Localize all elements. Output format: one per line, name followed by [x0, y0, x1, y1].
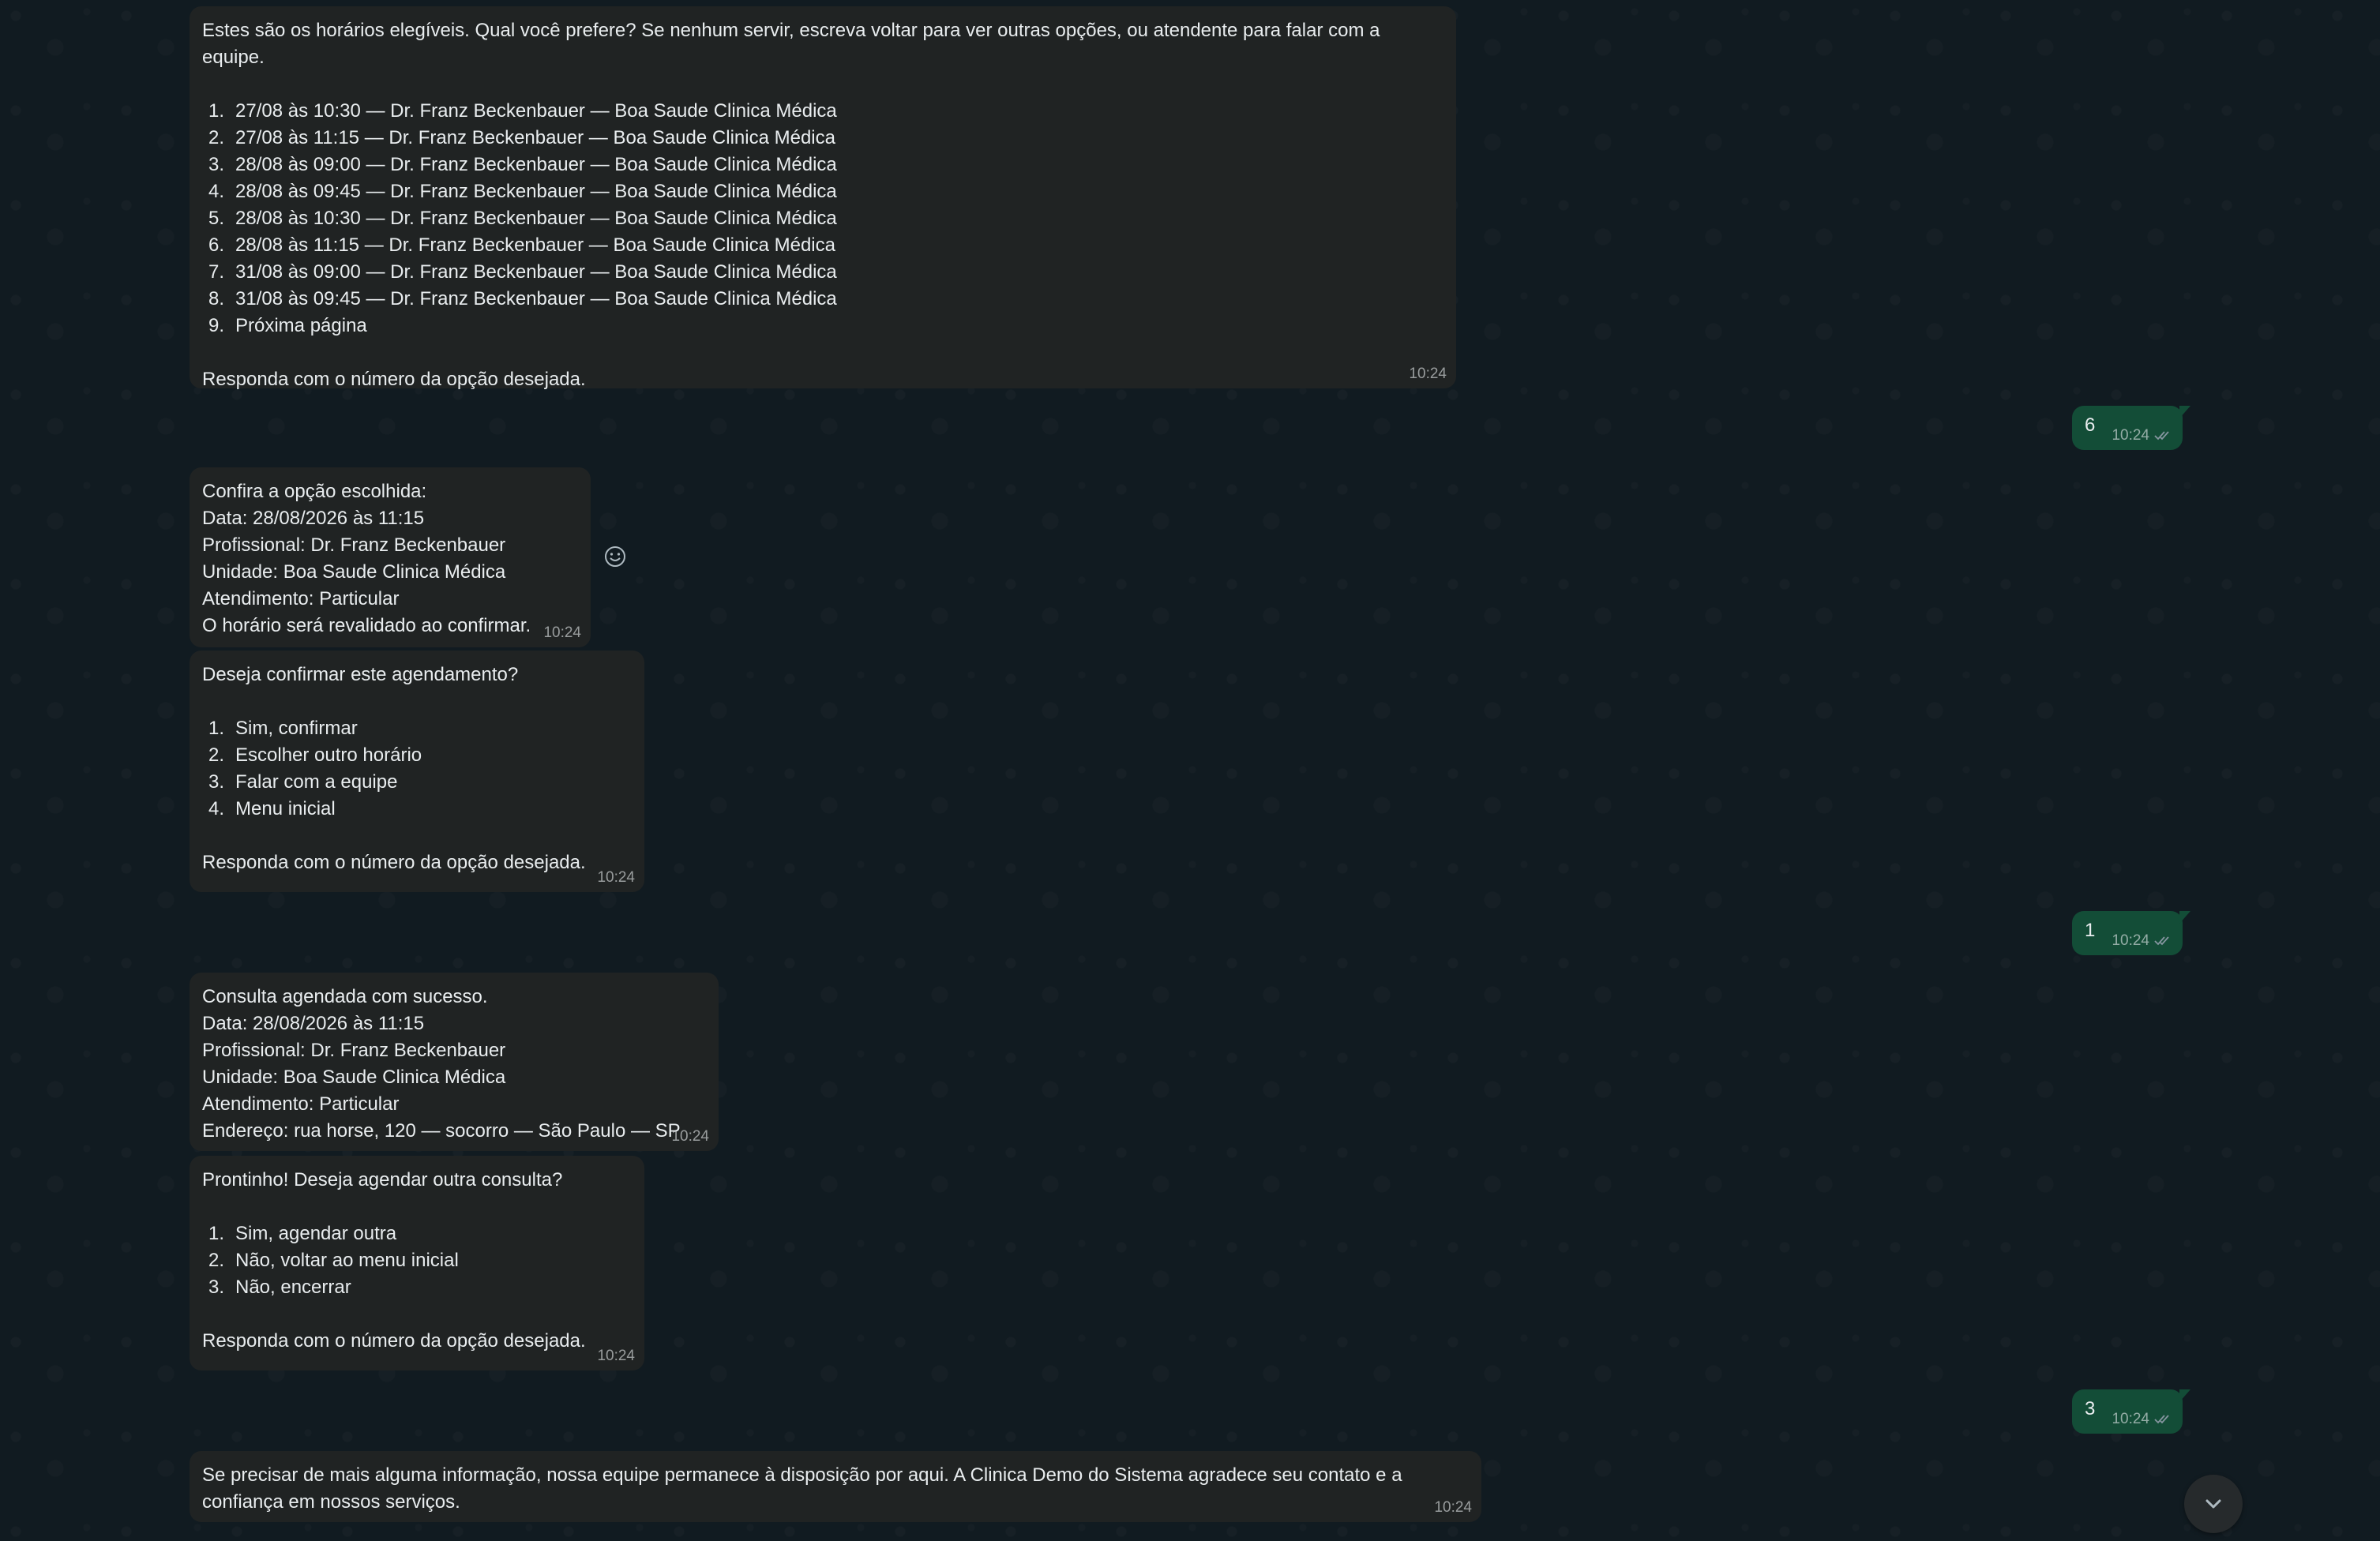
incoming-message-slots[interactable]: Estes são os horários elegíveis. Qual vo…	[190, 6, 1456, 390]
list-item: 2. 27/08 às 11:15 — Dr. Franz Beckenbauer…	[208, 127, 835, 148]
options-list: 1. 27/08 às 10:30 — Dr. Franz Beckenbauer…	[202, 98, 1443, 339]
message-time: 10:24	[597, 1348, 635, 1364]
bubble-tail	[2179, 911, 2190, 924]
message-text: Responda com o número da opção desejada.	[202, 369, 586, 390]
double-check-icon	[2154, 431, 2169, 441]
message-text: Se precisar de mais alguma informação, n…	[202, 1464, 1402, 1486]
incoming-message-next-action-menu[interactable]: Prontinho! Deseja agendar outra consulta…	[190, 1156, 644, 1370]
list-item: 1. Sim, agendar outra	[208, 1223, 397, 1244]
message-meta: 10:24	[1409, 366, 1447, 382]
message-meta: 10:24	[597, 870, 635, 886]
message-text: Unidade: Boa Saude Clinica Médica	[202, 561, 506, 583]
list-item: 7. 31/08 às 09:00 — Dr. Franz Beckenbauer…	[208, 261, 837, 283]
message-time: 10:24	[1434, 1499, 1472, 1516]
message-meta: 10:24	[671, 1129, 709, 1145]
message-text: Atendimento: Particular	[202, 1093, 400, 1115]
message-meta: 10:24	[2112, 933, 2173, 949]
outgoing-message[interactable]: 6 10:24	[2072, 406, 2190, 450]
list-item: 1. Sim, confirmar	[208, 718, 358, 739]
message-text: Atendimento: Particular	[202, 588, 400, 609]
bubble-tail	[2179, 406, 2190, 418]
react-emoji-button[interactable]	[602, 543, 629, 570]
double-check-icon	[2154, 936, 2169, 946]
message-text: Deseja confirmar este agendamento?	[202, 664, 519, 685]
message-text: Responda com o número da opção desejada.	[202, 852, 586, 873]
message-text: Confira a opção escolhida:	[202, 481, 427, 502]
message-time: 10:24	[671, 1128, 709, 1145]
message-text: Profissional: Dr. Franz Beckenbauer	[202, 1040, 506, 1061]
list-item: 4. 28/08 às 09:45 — Dr. Franz Beckenbauer…	[208, 181, 837, 202]
list-item: 9. Próxima página	[208, 315, 367, 336]
list-item: 4. Menu inicial	[208, 798, 336, 819]
message-meta: 10:24	[2112, 1412, 2173, 1427]
list-item: 3. Falar com a equipe	[208, 771, 398, 793]
list-item: 5. 28/08 às 10:30 — Dr. Franz Beckenbauer…	[208, 208, 837, 229]
chat-message-list: Estes são os horários elegíveis. Qual vo…	[0, 0, 2380, 1541]
message-text: confiança em nossos serviços.	[202, 1491, 460, 1513]
incoming-message-confirm-menu[interactable]: Deseja confirmar este agendamento? 1. Sim…	[190, 651, 644, 892]
message-text: Prontinho! Deseja agendar outra consulta…	[202, 1169, 563, 1190]
message-time: 10:24	[1409, 366, 1447, 382]
message-time: 10:24	[543, 624, 581, 641]
message-time: 10:24	[2112, 932, 2149, 949]
message-text: Unidade: Boa Saude Clinica Médica	[202, 1067, 506, 1088]
message-text: Endereço: rua horse, 120 — socorro — São…	[202, 1120, 681, 1142]
list-item: 3. Não, encerrar	[208, 1277, 351, 1298]
message-time: 10:24	[2112, 1411, 2149, 1427]
list-item: 6. 28/08 às 11:15 — Dr. Franz Beckenbauer…	[208, 234, 835, 256]
incoming-message-confirmation-details[interactable]: Confira a opção escolhida: Data: 28/08/2…	[190, 467, 591, 647]
message-time: 10:24	[2112, 427, 2149, 444]
message-text: Responda com o número da opção desejada.	[202, 1330, 586, 1352]
options-list: 1. Sim, confirmar 2. Escolher outro horári…	[202, 715, 632, 823]
incoming-message-farewell[interactable]: Se precisar de mais alguma informação, n…	[190, 1451, 1481, 1522]
message-meta: 10:24	[597, 1348, 635, 1364]
chevron-down-icon	[2205, 1499, 2221, 1509]
list-item: 2. Não, voltar ao menu inicial	[208, 1250, 459, 1271]
message-text: Data: 28/08/2026 às 11:15	[202, 1013, 425, 1034]
outgoing-message[interactable]: 3 10:24	[2072, 1389, 2190, 1434]
incoming-message-booking-success[interactable]: Consulta agendada com sucesso. Data: 28/…	[190, 973, 719, 1151]
message-time: 10:24	[597, 869, 635, 886]
message-meta: 10:24	[543, 625, 581, 641]
smiley-icon	[605, 546, 625, 567]
scroll-to-bottom-button[interactable]	[2184, 1475, 2243, 1533]
outgoing-message[interactable]: 1 10:24	[2072, 911, 2190, 955]
message-text: Consulta agendada com sucesso.	[202, 986, 488, 1007]
message-text: Data: 28/08/2026 às 11:15	[202, 508, 425, 529]
message-meta: 10:24	[2112, 428, 2173, 444]
list-item: 2. Escolher outro horário	[208, 744, 422, 766]
message-text: Estes são os horários elegíveis. Qual vo…	[202, 20, 1386, 68]
list-item: 8. 31/08 às 09:45 — Dr. Franz Beckenbauer…	[208, 288, 837, 309]
list-item: 3. 28/08 às 09:00 — Dr. Franz Beckenbauer…	[208, 154, 837, 175]
bubble-tail	[2179, 1389, 2190, 1402]
list-item: 1. 27/08 às 10:30 — Dr. Franz Beckenbauer…	[208, 100, 837, 122]
options-list: 1. Sim, agendar outra 2. Não, voltar ao me…	[202, 1220, 632, 1301]
message-text: Profissional: Dr. Franz Beckenbauer	[202, 534, 506, 556]
double-check-icon	[2154, 1415, 2169, 1424]
message-meta: 10:24	[1434, 1500, 1472, 1516]
message-text: O horário será revalidado ao confirmar.	[202, 615, 531, 636]
